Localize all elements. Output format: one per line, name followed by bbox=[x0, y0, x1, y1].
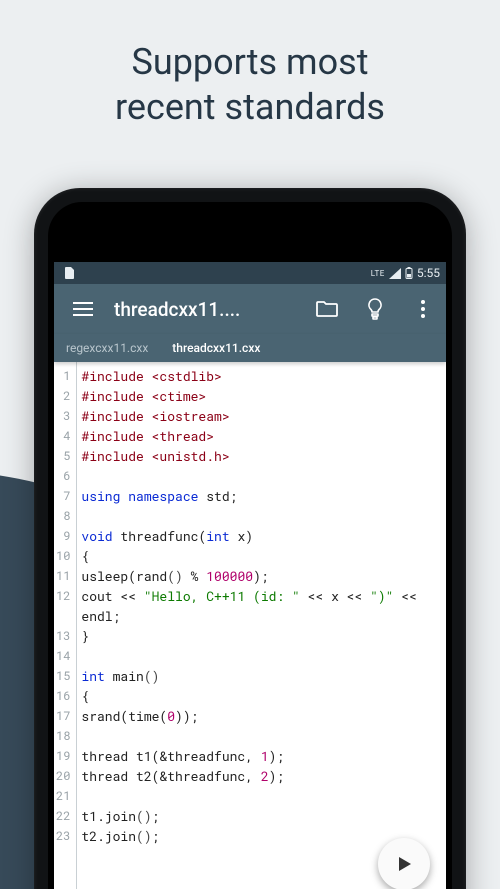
line-number bbox=[56, 606, 70, 626]
code-line[interactable]: { bbox=[81, 546, 446, 566]
code-line[interactable] bbox=[81, 726, 446, 746]
line-number: 1 bbox=[56, 366, 70, 386]
line-number: 21 bbox=[56, 786, 70, 806]
file-tab-bar: regexcxx11.cxxthreadcxx11.cxx bbox=[54, 334, 446, 362]
headline-line-1: Supports most bbox=[131, 41, 368, 83]
line-number: 9 bbox=[56, 526, 70, 546]
code-line[interactable]: } bbox=[81, 626, 446, 646]
line-number: 13 bbox=[56, 626, 70, 646]
appbar-title: threadcxx11.... bbox=[114, 298, 296, 321]
code-line[interactable]: usleep(rand() % 100000); bbox=[81, 566, 446, 586]
menu-button[interactable] bbox=[66, 292, 100, 326]
code-line[interactable]: { bbox=[81, 686, 446, 706]
play-icon bbox=[395, 855, 413, 873]
code-line[interactable]: srand(time(0)); bbox=[81, 706, 446, 726]
signal-icon bbox=[389, 268, 401, 279]
hamburger-icon bbox=[73, 302, 93, 316]
line-number: 10 bbox=[56, 546, 70, 566]
code-line[interactable]: thread t1(&threadfunc, 1); bbox=[81, 746, 446, 766]
run-button[interactable] bbox=[378, 838, 430, 889]
app-screen: LTE 5:55 threadcxx11.... bbox=[54, 262, 446, 889]
sd-card-icon bbox=[64, 267, 74, 279]
code-line[interactable]: int main() bbox=[81, 666, 446, 686]
phone-bezel: LTE 5:55 threadcxx11.... bbox=[48, 202, 452, 889]
line-number: 7 bbox=[56, 486, 70, 506]
line-number: 8 bbox=[56, 506, 70, 526]
more-vert-icon bbox=[421, 300, 425, 318]
line-number: 5 bbox=[56, 446, 70, 466]
code-area[interactable]: #include <cstdlib>#include <ctime>#inclu… bbox=[77, 362, 446, 889]
code-line[interactable]: void threadfunc(int x) bbox=[81, 526, 446, 546]
code-line[interactable]: #include <unistd.h> bbox=[81, 446, 446, 466]
open-folder-button[interactable] bbox=[310, 292, 344, 326]
status-bar: LTE 5:55 bbox=[54, 262, 446, 284]
phone-frame: LTE 5:55 threadcxx11.... bbox=[34, 188, 466, 889]
code-line[interactable]: #include <cstdlib> bbox=[81, 366, 446, 386]
line-number-gutter: 123456789101112 1314151617181920212223 bbox=[54, 362, 77, 889]
line-number: 20 bbox=[56, 766, 70, 786]
code-line[interactable]: thread t2(&threadfunc, 2); bbox=[81, 766, 446, 786]
line-number: 14 bbox=[56, 646, 70, 666]
line-number: 4 bbox=[56, 426, 70, 446]
overflow-button[interactable] bbox=[406, 292, 440, 326]
code-line[interactable]: using namespace std; bbox=[81, 486, 446, 506]
code-line[interactable]: endl; bbox=[81, 606, 446, 626]
line-number: 2 bbox=[56, 386, 70, 406]
folder-icon bbox=[316, 301, 338, 317]
code-line[interactable] bbox=[81, 466, 446, 486]
line-number: 18 bbox=[56, 726, 70, 746]
line-number: 6 bbox=[56, 466, 70, 486]
line-number: 15 bbox=[56, 666, 70, 686]
code-line[interactable] bbox=[81, 786, 446, 806]
code-line[interactable]: t1.join(); bbox=[81, 806, 446, 826]
code-line[interactable]: #include <ctime> bbox=[81, 386, 446, 406]
app-bar: threadcxx11.... bbox=[54, 284, 446, 334]
code-line[interactable] bbox=[81, 646, 446, 666]
line-number: 12 bbox=[56, 586, 70, 606]
line-number: 17 bbox=[56, 706, 70, 726]
code-line[interactable]: #include <thread> bbox=[81, 426, 446, 446]
marketing-headline: Supports most recent standards bbox=[0, 40, 500, 130]
file-tab[interactable]: threadcxx11.cxx bbox=[160, 334, 272, 362]
line-number: 3 bbox=[56, 406, 70, 426]
line-number: 16 bbox=[56, 686, 70, 706]
code-editor[interactable]: 123456789101112 1314151617181920212223 #… bbox=[54, 362, 446, 889]
line-number: 11 bbox=[56, 566, 70, 586]
line-number: 22 bbox=[56, 806, 70, 826]
line-number: 19 bbox=[56, 746, 70, 766]
clock-label: 5:55 bbox=[417, 266, 440, 280]
lightbulb-icon bbox=[367, 298, 383, 320]
code-line[interactable]: cout << "Hello, C++11 (id: " << x << ")"… bbox=[81, 586, 446, 606]
headline-line-2: recent standards bbox=[115, 86, 385, 128]
code-line[interactable] bbox=[81, 506, 446, 526]
lte-label: LTE bbox=[371, 269, 385, 278]
idea-button[interactable] bbox=[358, 292, 392, 326]
battery-icon bbox=[405, 267, 413, 279]
line-number: 23 bbox=[56, 826, 70, 846]
code-line[interactable]: #include <iostream> bbox=[81, 406, 446, 426]
file-tab[interactable]: regexcxx11.cxx bbox=[54, 334, 160, 362]
